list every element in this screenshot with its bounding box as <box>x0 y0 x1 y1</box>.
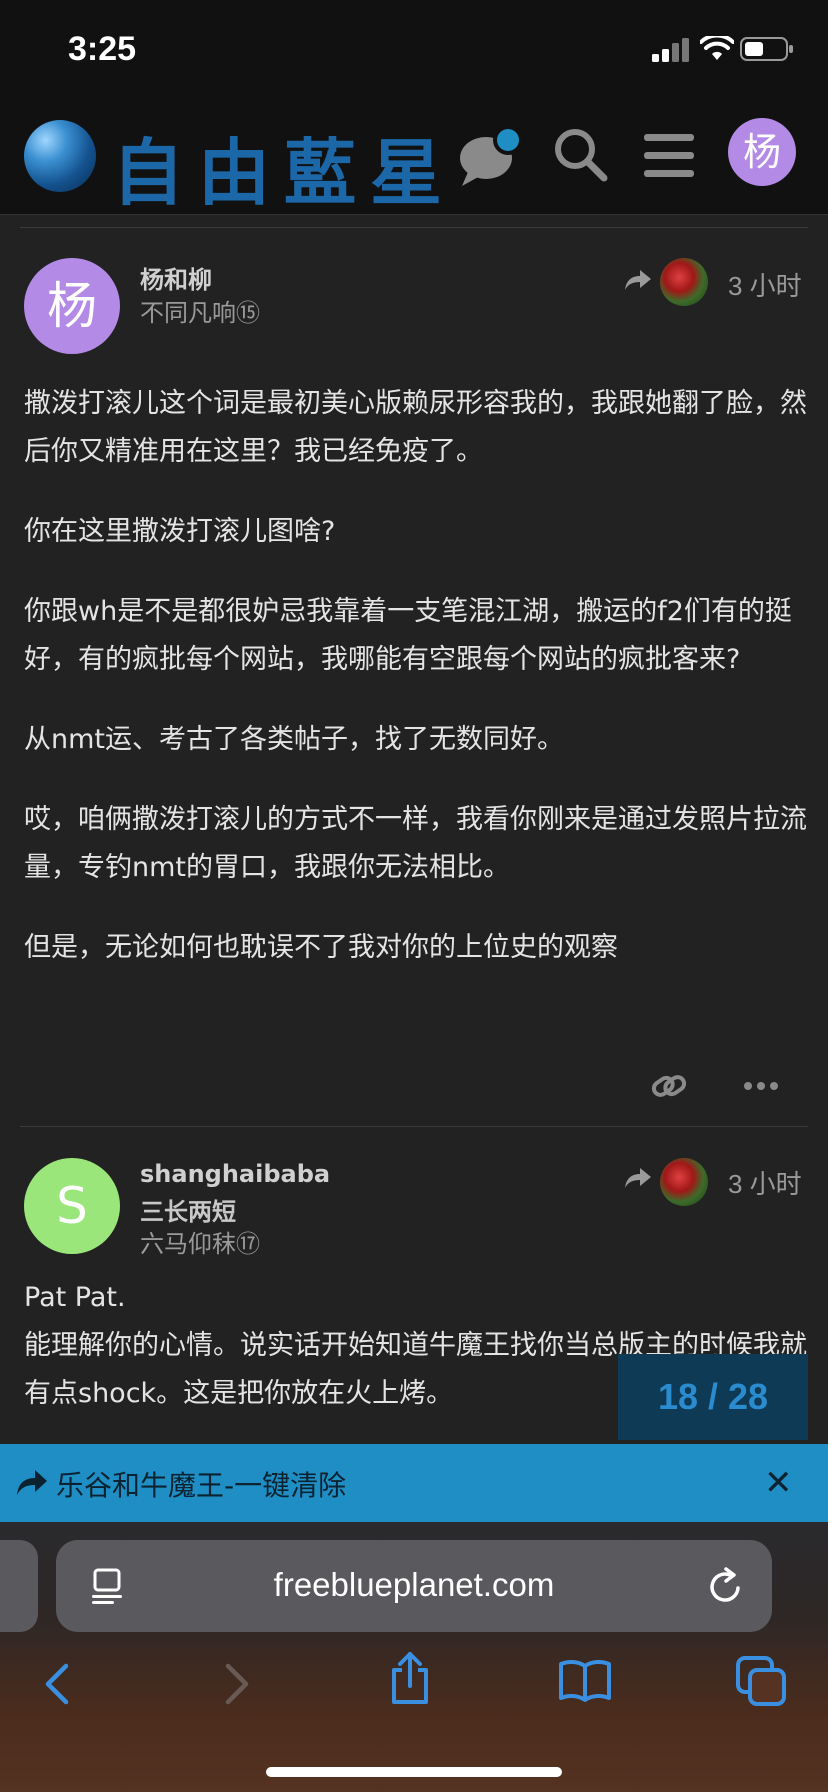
address-bar[interactable]: freeblueplanet.com <box>56 1540 772 1632</box>
post-paragraph: 撒泼打滚儿这个词是最初美心版赖尿形容我的，我跟她翻了脸，然后你又精准用在这里？我… <box>24 388 807 467</box>
share-arrow-icon <box>17 1470 47 1495</box>
site-header: 自由藍星 杨 <box>0 96 828 215</box>
previous-tab-preview[interactable] <box>0 1540 38 1632</box>
wifi-icon <box>700 36 734 60</box>
reply-to-icon[interactable] <box>624 1166 652 1190</box>
post-flair-title: 三长两短 <box>140 1198 236 1226</box>
reply-to-icon[interactable] <box>624 268 652 292</box>
hamburger-menu-icon[interactable] <box>644 132 694 180</box>
topic-progress-indicator[interactable]: 18 / 28 <box>618 1354 808 1440</box>
post-author-avatar[interactable]: S <box>24 1158 120 1254</box>
post-time[interactable]: 3 小时 <box>728 266 802 303</box>
post-paragraph: 从nmt运、考古了各类帖子，找了无数同好。 <box>24 724 564 755</box>
post-divider <box>20 1126 808 1127</box>
browser-toolbar: freeblueplanet.com <box>0 1522 828 1792</box>
post-username[interactable]: 杨和柳 <box>140 260 212 295</box>
more-options-icon[interactable] <box>744 1076 778 1096</box>
search-icon[interactable] <box>552 126 608 182</box>
reply-target-avatar[interactable] <box>660 258 708 306</box>
site-logo-globe[interactable] <box>24 120 96 192</box>
status-bar: 3:25 <box>0 0 828 96</box>
divider <box>20 227 808 228</box>
topic-banner[interactable]: 乐谷和牛魔王-一键清除 ✕ <box>0 1444 828 1522</box>
post-author-avatar[interactable]: 杨 <box>24 258 120 354</box>
post-paragraph: Pat Pat. <box>24 1282 126 1313</box>
post-body: 撒泼打滚儿这个词是最初美心版赖尿形容我的，我跟她翻了脸，然后你又精准用在这里？我… <box>24 380 808 972</box>
close-icon[interactable]: ✕ <box>764 1466 793 1500</box>
site-logo-text[interactable]: 自由藍星 <box>112 114 456 219</box>
status-time: 3:25 <box>68 30 137 68</box>
post-username[interactable]: shanghaibaba <box>140 1160 330 1188</box>
share-icon[interactable] <box>388 1650 432 1706</box>
post-paragraph: 你在这里撒泼打滚儿图啥? <box>24 516 336 547</box>
bookmarks-icon[interactable] <box>558 1658 612 1702</box>
post-paragraph: 你跟wh是不是都很妒忌我靠着一支笔混江湖，搬运的f2们有的挺好，有的疯批每个网站… <box>24 596 792 675</box>
share-link-icon[interactable] <box>650 1068 688 1104</box>
topic-banner-title[interactable]: 乐谷和牛魔王-一键清除 <box>56 1464 346 1504</box>
post-time[interactable]: 3 小时 <box>728 1164 802 1201</box>
reply-target-avatar[interactable] <box>660 1158 708 1206</box>
forward-icon[interactable] <box>222 1662 252 1706</box>
current-user-avatar[interactable]: 杨 <box>728 118 796 186</box>
post-paragraph: 哎，咱俩撒泼打滚儿的方式不一样，我看你刚来是通过发照片拉流量，专钓nmt的胃口，… <box>24 804 807 883</box>
reload-icon[interactable] <box>708 1566 744 1606</box>
post-paragraph: 但是，无论如何也耽误不了我对你的上位史的观察 <box>24 932 618 963</box>
back-icon[interactable] <box>42 1662 72 1706</box>
url-text[interactable]: freeblueplanet.com <box>56 1566 772 1604</box>
tabs-icon[interactable] <box>736 1656 786 1706</box>
post-user-title: 不同凡响⑮ <box>140 299 260 327</box>
home-indicator[interactable] <box>266 1767 562 1777</box>
chat-notifications-icon[interactable] <box>458 124 524 190</box>
post-user-title: 六马仰秣⑰ <box>140 1230 260 1258</box>
battery-icon <box>740 37 793 61</box>
signal-icon <box>652 38 689 62</box>
